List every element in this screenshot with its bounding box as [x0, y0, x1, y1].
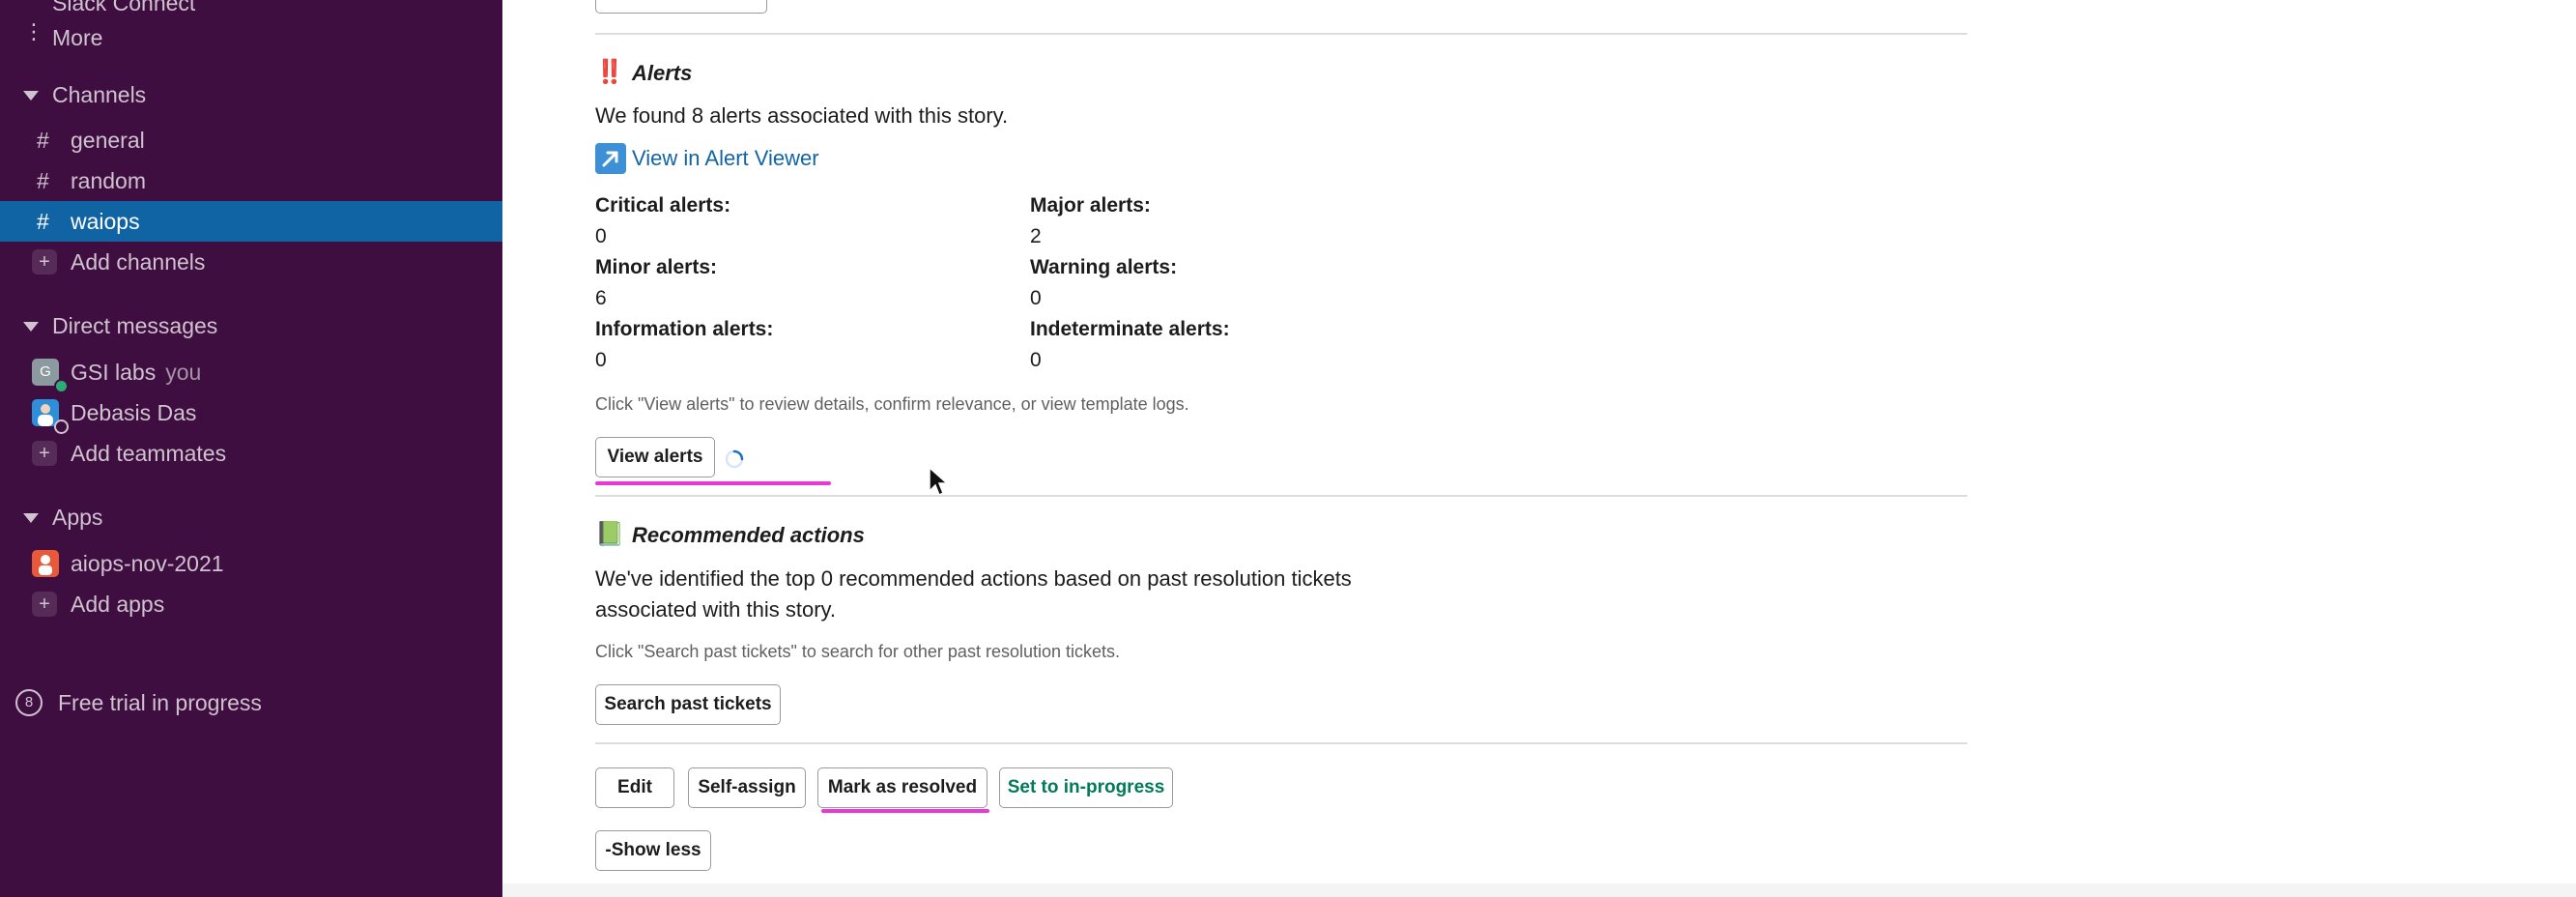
information-alerts-value: 0 [595, 349, 607, 371]
add-teammates-label: Add teammates [71, 440, 227, 466]
double-exclamation-icon: ‼️ [595, 59, 624, 85]
sidebar-item-app-aiops[interactable]: aiops-nov-2021 [0, 543, 502, 584]
divider [595, 33, 1967, 35]
add-apps-label: Add apps [71, 591, 165, 617]
critical-alerts-label: Critical alerts: [595, 194, 731, 217]
spinner-glyph [725, 449, 744, 469]
show-less-button[interactable]: -Show less [595, 830, 711, 871]
recommended-hint: Click "Search past tickets" to search fo… [595, 642, 1121, 661]
dm-name: GSI labs [71, 359, 157, 385]
app-avatar [32, 550, 59, 577]
hash-icon: # [37, 167, 49, 193]
sidebar-item-random[interactable]: # random [0, 160, 502, 201]
add-channels-label: Add channels [71, 248, 206, 275]
arrow-glyph [602, 151, 618, 167]
dm-label: GSI labs you [71, 360, 201, 386]
alerts-hint: Click "View alerts" to review details, c… [595, 394, 1189, 414]
view-alert-details-button[interactable]: View alert details [595, 0, 767, 14]
message-pane: View alert details ‼️ Alerts We found 8 … [502, 0, 2576, 897]
plus-icon: + [32, 441, 57, 466]
trial-progress-icon: 8 [15, 689, 43, 716]
recommended-actions-heading: Recommended actions [632, 523, 865, 547]
loading-spinner-icon [724, 448, 745, 470]
caret-down-icon [23, 91, 39, 101]
caret-down-icon [23, 513, 39, 523]
view-alerts-button[interactable]: View alerts [595, 437, 715, 477]
highlight-underline [595, 481, 831, 485]
section-label: Apps [52, 504, 103, 530]
sidebar-item-waiops[interactable]: # waiops [0, 201, 502, 242]
apps-section-header[interactable]: Apps [0, 497, 502, 537]
caret-down-icon [23, 322, 39, 332]
arrow-up-right-icon [595, 143, 626, 174]
plus-icon: + [32, 592, 57, 617]
dm-section-header[interactable]: Direct messages [0, 305, 502, 346]
add-channels-button[interactable]: + Add channels [0, 242, 502, 282]
sidebar-item-general[interactable]: # general [0, 120, 502, 160]
dm-name: Debasis Das [71, 399, 197, 425]
sidebar-item-dm-debasis-das[interactable]: Debasis Das [0, 392, 502, 434]
divider [595, 742, 1967, 744]
app-label: aiops-nov-2021 [71, 550, 224, 576]
composer-edge [502, 883, 2576, 897]
presence-away-icon [54, 420, 69, 434]
major-alerts-value: 2 [1030, 225, 1042, 247]
hash-icon: # [37, 127, 49, 153]
app-person-icon [39, 555, 52, 575]
more-vertical-icon: ⋮ [23, 19, 44, 43]
free-trial-banner[interactable]: 8 Free trial in progress [0, 682, 502, 723]
alerts-summary: We found 8 alerts associated with this s… [595, 103, 1009, 128]
trial-label: Free trial in progress [58, 689, 262, 715]
sidebar-item-more[interactable]: ⋮ More [0, 17, 502, 58]
channel-label: waiops [71, 208, 140, 234]
recommended-summary-line1: We've identified the top 0 recommended a… [595, 566, 1352, 591]
indeterminate-alerts-value: 0 [1030, 349, 1042, 371]
channel-label: general [71, 127, 145, 153]
mark-as-resolved-button[interactable]: Mark as resolved [817, 767, 987, 808]
edit-button[interactable]: Edit [595, 767, 674, 808]
warning-alerts-value: 0 [1030, 287, 1042, 309]
alerts-heading: Alerts [632, 61, 693, 85]
presence-active-icon [54, 379, 69, 393]
add-teammates-button[interactable]: + Add teammates [0, 433, 502, 474]
minor-alerts-label: Minor alerts: [595, 256, 718, 278]
self-assign-button[interactable]: Self-assign [688, 767, 806, 808]
sidebar-item-label: More [52, 24, 103, 50]
green-book-icon: 📗 [595, 521, 624, 547]
information-alerts-label: Information alerts: [595, 318, 774, 340]
major-alerts-label: Major alerts: [1030, 194, 1151, 217]
minor-alerts-value: 6 [595, 287, 607, 309]
channels-section-header[interactable]: Channels [0, 74, 502, 115]
highlight-underline [821, 809, 989, 813]
sidebar-item-label: Slack Connect [52, 0, 196, 15]
cursor-glyph [929, 466, 949, 497]
view-in-alert-viewer-link[interactable]: View in Alert Viewer [632, 146, 819, 171]
hash-icon: # [37, 208, 49, 234]
indeterminate-alerts-label: Indeterminate alerts: [1030, 318, 1230, 340]
search-past-tickets-button[interactable]: Search past tickets [595, 684, 781, 725]
sidebar: Slack Connect ⋮ More Channels # general … [0, 0, 502, 897]
critical-alerts-value: 0 [595, 225, 607, 247]
divider [595, 495, 1967, 497]
sidebar-item-dm-gsi-labs[interactable]: G GSI labs you [0, 352, 502, 393]
you-suffix: you [165, 359, 202, 385]
add-apps-button[interactable]: + Add apps [0, 584, 502, 624]
section-label: Channels [52, 81, 147, 107]
channel-label: random [71, 167, 146, 193]
warning-alerts-label: Warning alerts: [1030, 256, 1178, 278]
recommended-summary-line2: associated with this story. [595, 597, 837, 622]
plus-icon: + [32, 249, 57, 275]
section-label: Direct messages [52, 312, 218, 338]
set-to-in-progress-button[interactable]: Set to in-progress [999, 767, 1173, 808]
